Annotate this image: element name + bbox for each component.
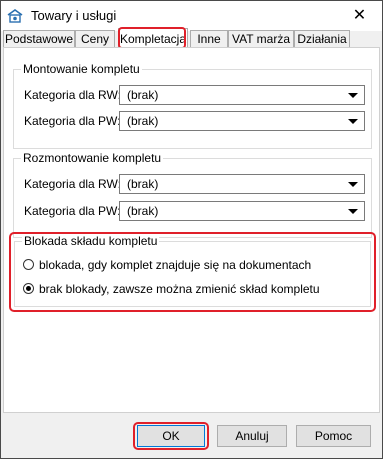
group-montowanie: Montowanie kompletu Kategoria dla RW: (b… (13, 62, 372, 149)
pw-label: Kategoria dla PW: (24, 204, 121, 218)
chevron-down-icon (348, 93, 358, 98)
cancel-button[interactable]: Anuluj (217, 425, 287, 447)
select-value: (brak) (127, 114, 159, 128)
tab-podstawowe[interactable]: Podstawowe (3, 30, 75, 47)
title-bar: Towary i usługi ✕ (1, 1, 382, 31)
radio-label: blokada, gdy komplet znajduje się na dok… (39, 258, 312, 272)
rw-label: Kategoria dla RW: (24, 88, 121, 102)
kategoria-rw-select[interactable]: (brak) (119, 85, 365, 105)
tab-dzialania[interactable]: Działania (294, 30, 350, 47)
kategoria-rw-select[interactable]: (brak) (119, 174, 365, 194)
radio-button-checked[interactable] (23, 283, 34, 294)
group-legend: Montowanie kompletu (21, 62, 142, 76)
select-value: (brak) (127, 177, 159, 191)
tab-bar: Podstawowe Ceny Kompletacja Inne VAT mar… (3, 28, 381, 48)
close-icon[interactable]: ✕ (337, 1, 382, 31)
window-title: Towary i usługi (31, 8, 117, 23)
active-tab-highlight (118, 27, 186, 49)
radio-button[interactable] (23, 259, 34, 270)
tab-vat-marza[interactable]: VAT marża (228, 30, 294, 47)
help-button[interactable]: Pomoc (296, 425, 371, 447)
pw-label: Kategoria dla PW: (24, 114, 121, 128)
group-blokada: Blokada składu kompletu blokada, gdy kom… (14, 234, 371, 307)
group-legend: Rozmontowanie kompletu (21, 151, 164, 165)
tab-inne[interactable]: Inne (190, 30, 228, 47)
chevron-down-icon (348, 209, 358, 214)
tab-ceny[interactable]: Ceny (75, 30, 115, 47)
ok-button[interactable]: OK (137, 425, 205, 447)
radio-label: brak blokady, zawsze można zmienić skład… (39, 282, 320, 296)
radio-blokada[interactable]: blokada, gdy komplet znajduje się na dok… (23, 258, 363, 274)
kategoria-pw-select[interactable]: (brak) (119, 201, 365, 221)
rw-label: Kategoria dla RW: (24, 177, 121, 191)
radio-brak-blokady[interactable]: brak blokady, zawsze można zmienić skład… (23, 282, 363, 298)
group-rozmontowanie: Rozmontowanie kompletu Kategoria dla RW:… (13, 151, 372, 238)
group-legend: Blokada składu kompletu (22, 234, 160, 248)
select-value: (brak) (127, 88, 159, 102)
app-icon (7, 9, 23, 23)
tab-panel-kompletacja: Montowanie kompletu Kategoria dla RW: (b… (3, 47, 380, 413)
select-value: (brak) (127, 204, 159, 218)
chevron-down-icon (348, 182, 358, 187)
kategoria-pw-select[interactable]: (brak) (119, 111, 365, 131)
chevron-down-icon (348, 119, 358, 124)
dialog-window: Towary i usługi ✕ Podstawowe Ceny Komple… (0, 0, 383, 459)
